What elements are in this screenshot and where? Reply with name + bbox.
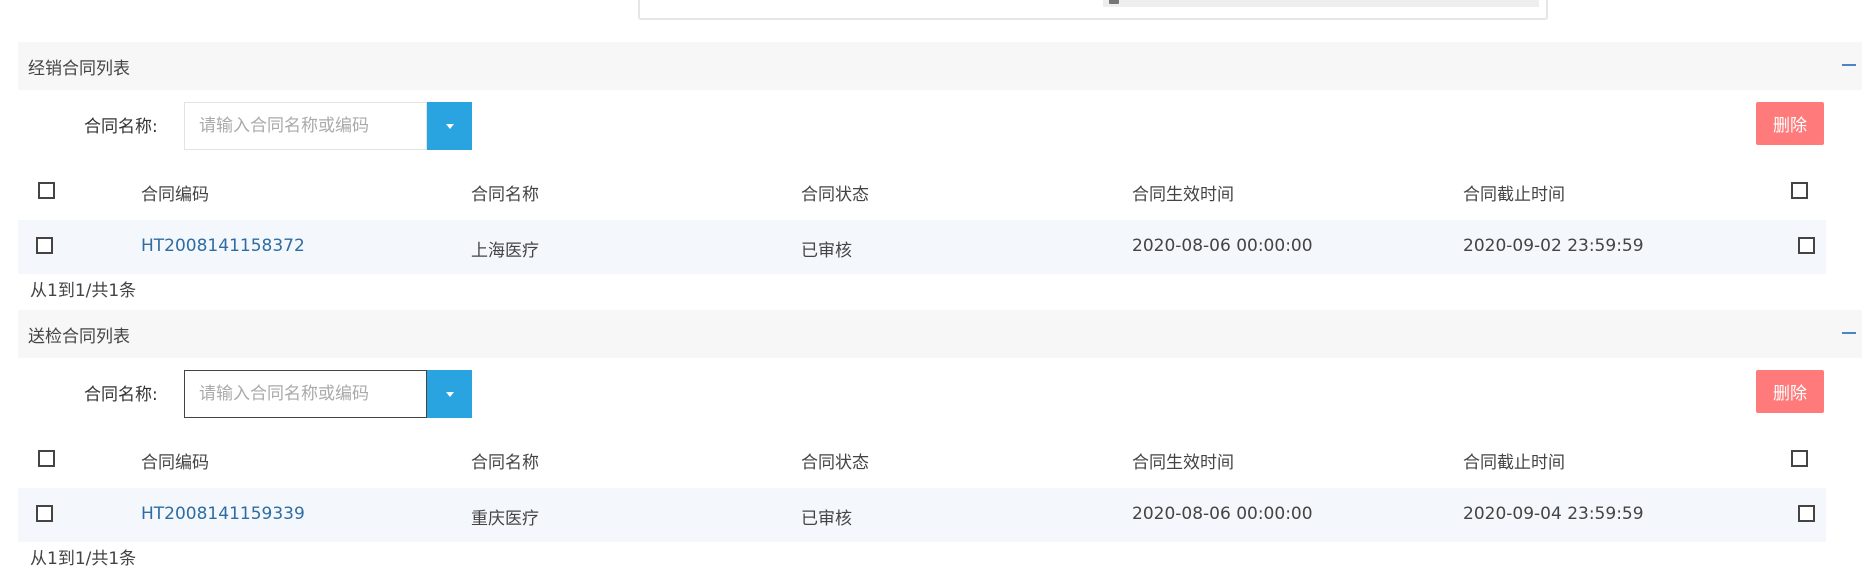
contract-code-link[interactable]: HT2008141159339 xyxy=(141,504,305,524)
column-header-name: 合同名称 xyxy=(471,185,539,205)
caret-down-icon xyxy=(446,124,454,129)
panel-title: 送检合同列表 xyxy=(28,327,130,347)
select-all-checkbox[interactable] xyxy=(38,182,55,199)
contract-status: 已审核 xyxy=(801,241,852,261)
filter-row: 合同名称: 请输入合同名称或编码 删除 xyxy=(18,358,1862,430)
table-row[interactable]: HT2008141159339 重庆医疗 已审核 2020-08-06 00:0… xyxy=(18,488,1826,542)
column-toggle-checkbox[interactable] xyxy=(1791,450,1808,467)
pagination-text: 从1到1/共1条 xyxy=(30,549,137,569)
delete-button[interactable]: 删除 xyxy=(1756,370,1824,413)
table-header: 合同编码 合同名称 合同状态 合同生效时间 合同截止时间 xyxy=(18,430,1862,488)
column-header-start: 合同生效时间 xyxy=(1132,453,1234,473)
inspection-contract-panel: 送检合同列表 合同名称: 请输入合同名称或编码 删除 合同编码 合同名称 合同状… xyxy=(18,310,1862,580)
panel-title: 经销合同列表 xyxy=(28,59,130,79)
column-header-code: 合同编码 xyxy=(141,185,209,205)
pagination-text: 从1到1/共1条 xyxy=(30,281,137,301)
contract-name-input[interactable]: 请输入合同名称或编码 xyxy=(184,102,427,150)
delete-button[interactable]: 删除 xyxy=(1756,102,1824,145)
checkbox-icon xyxy=(1109,0,1119,4)
column-header-start: 合同生效时间 xyxy=(1132,185,1234,205)
column-toggle-checkbox[interactable] xyxy=(1791,182,1808,199)
contract-name-combobox[interactable]: 请输入合同名称或编码 xyxy=(184,370,472,418)
column-header-end: 合同截止时间 xyxy=(1463,185,1565,205)
filter-label: 合同名称: xyxy=(84,117,158,137)
table-row[interactable]: HT2008141158372 上海医疗 已审核 2020-08-06 00:0… xyxy=(18,220,1826,274)
contract-name: 上海医疗 xyxy=(471,241,539,261)
panel-header: 送检合同列表 xyxy=(18,310,1862,358)
filter-label: 合同名称: xyxy=(84,385,158,405)
minus-icon[interactable] xyxy=(1842,332,1856,334)
contract-code-link[interactable]: HT2008141158372 xyxy=(141,236,305,256)
contract-name-input[interactable]: 请输入合同名称或编码 xyxy=(184,370,427,418)
contract-name: 重庆医疗 xyxy=(471,509,539,529)
contract-status: 已审核 xyxy=(801,509,852,529)
column-header-end: 合同截止时间 xyxy=(1463,453,1565,473)
dropdown-button[interactable] xyxy=(427,102,472,150)
caret-down-icon xyxy=(446,392,454,397)
previous-section-fragment xyxy=(638,0,1548,20)
row-checkbox[interactable] xyxy=(36,237,53,254)
previous-section-field xyxy=(1103,0,1539,7)
row-end-checkbox[interactable] xyxy=(1798,505,1815,522)
table-header: 合同编码 合同名称 合同状态 合同生效时间 合同截止时间 xyxy=(18,162,1862,220)
contract-start-time: 2020-08-06 00:00:00 xyxy=(1132,236,1313,256)
row-checkbox[interactable] xyxy=(36,505,53,522)
row-end-checkbox[interactable] xyxy=(1798,237,1815,254)
minus-icon[interactable] xyxy=(1842,64,1856,66)
contract-start-time: 2020-08-06 00:00:00 xyxy=(1132,504,1313,524)
pagination-info: 从1到1/共1条 xyxy=(18,274,1862,312)
pagination-info: 从1到1/共1条 xyxy=(18,542,1862,580)
panel-header: 经销合同列表 xyxy=(18,42,1862,90)
contract-end-time: 2020-09-02 23:59:59 xyxy=(1463,236,1644,256)
column-header-status: 合同状态 xyxy=(801,185,869,205)
column-header-status: 合同状态 xyxy=(801,453,869,473)
contract-name-combobox[interactable]: 请输入合同名称或编码 xyxy=(184,102,472,150)
column-header-name: 合同名称 xyxy=(471,453,539,473)
contract-end-time: 2020-09-04 23:59:59 xyxy=(1463,504,1644,524)
filter-row: 合同名称: 请输入合同名称或编码 删除 xyxy=(18,90,1862,162)
column-header-code: 合同编码 xyxy=(141,453,209,473)
dropdown-button[interactable] xyxy=(427,370,472,418)
distribution-contract-panel: 经销合同列表 合同名称: 请输入合同名称或编码 删除 合同编码 合同名称 合同状… xyxy=(18,42,1862,312)
select-all-checkbox[interactable] xyxy=(38,450,55,467)
